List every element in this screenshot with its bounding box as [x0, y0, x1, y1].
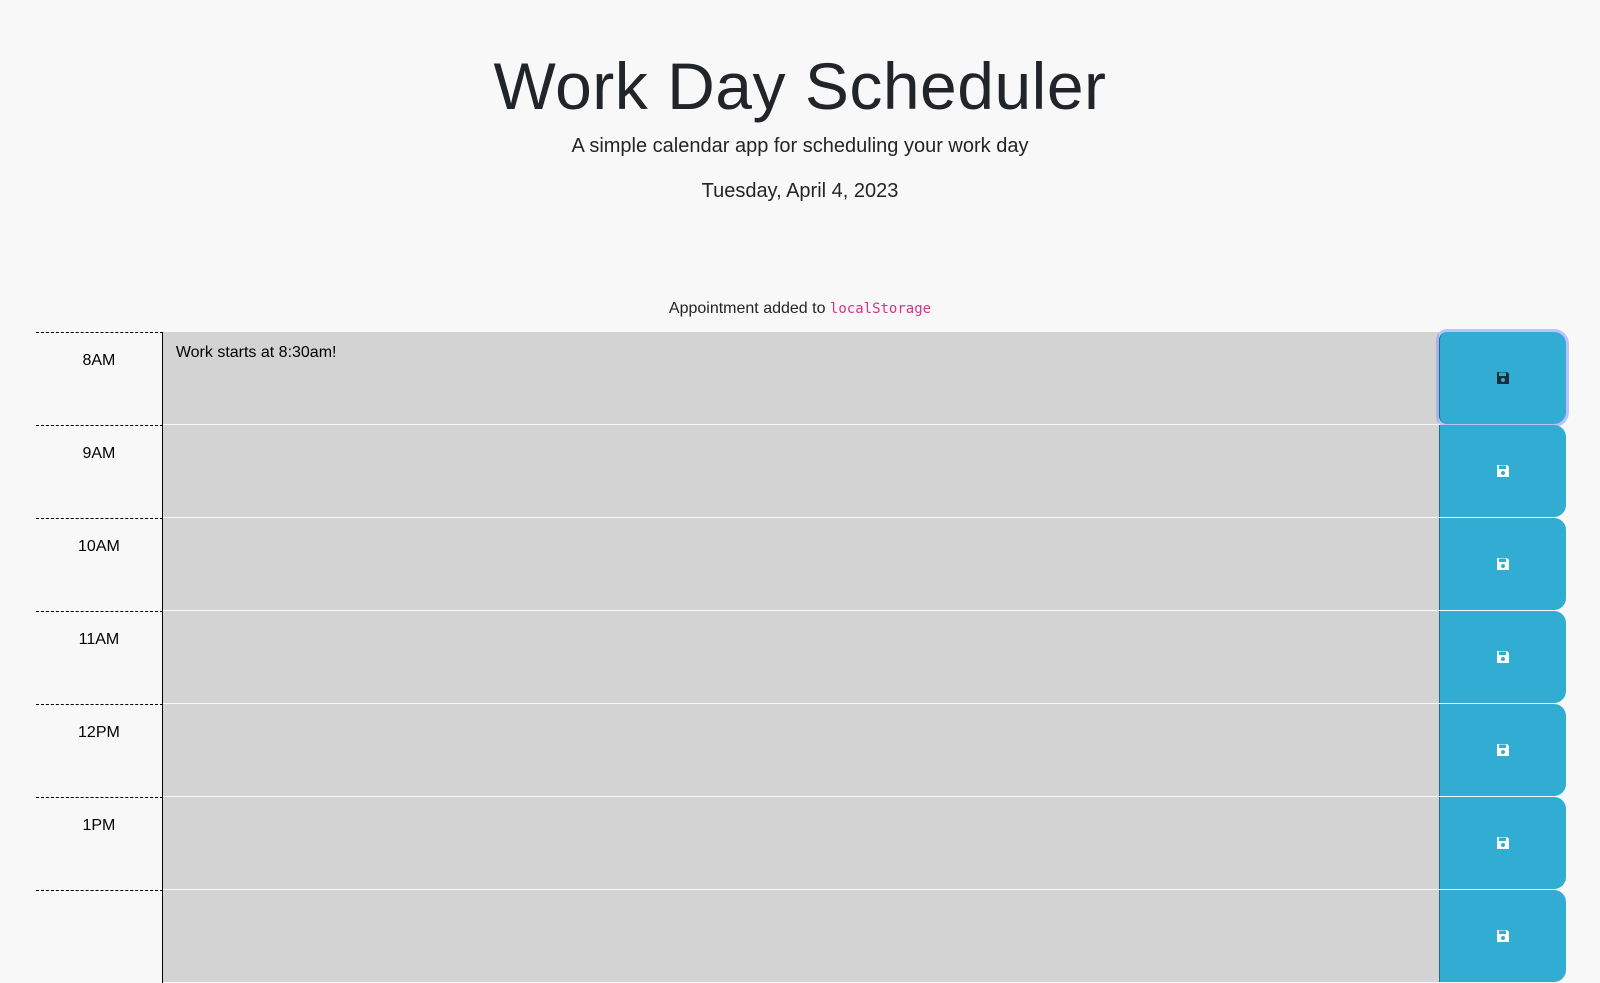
save-notice-code: localStorage	[829, 301, 932, 317]
hour-label: 8AM	[36, 332, 163, 425]
floppy-disk-icon	[1497, 372, 1510, 384]
save-button[interactable]	[1439, 425, 1566, 517]
floppy-disk-icon	[1497, 465, 1510, 477]
hour-label: 11AM	[36, 611, 163, 704]
time-block: 1PM	[36, 797, 1566, 890]
save-button[interactable]	[1439, 611, 1566, 703]
description-input[interactable]	[162, 890, 1440, 983]
time-block: 9AM	[36, 425, 1566, 518]
hour-label: 1PM	[36, 797, 163, 890]
description-input[interactable]	[162, 704, 1440, 797]
time-block: 8AM Work starts at 8:30am!	[36, 332, 1566, 425]
save-notice: Appointment added to localStorage	[0, 300, 1600, 318]
description-input[interactable]	[162, 611, 1440, 704]
floppy-disk-icon	[1497, 744, 1510, 756]
save-button[interactable]	[1439, 890, 1566, 982]
hour-label	[36, 890, 163, 983]
description-input[interactable]	[162, 425, 1440, 518]
floppy-disk-icon	[1497, 837, 1510, 849]
floppy-disk-icon	[1497, 558, 1510, 570]
save-button[interactable]	[1439, 704, 1566, 796]
description-input[interactable]: Work starts at 8:30am!	[162, 332, 1440, 425]
page-title: Work Day Scheduler	[493, 49, 1107, 123]
description-input[interactable]	[162, 518, 1440, 611]
time-block: 10AM	[36, 518, 1566, 611]
time-block	[36, 890, 1566, 983]
save-button[interactable]	[1439, 518, 1566, 610]
time-block: 11AM	[36, 611, 1566, 704]
hour-label: 12PM	[36, 704, 163, 797]
save-button[interactable]	[1439, 797, 1566, 889]
hour-label: 10AM	[36, 518, 163, 611]
save-notice-text: Appointment added to	[668, 300, 830, 317]
floppy-disk-icon	[1497, 651, 1510, 663]
floppy-disk-icon	[1497, 930, 1510, 942]
current-day: Tuesday, April 4, 2023	[701, 180, 899, 202]
save-button[interactable]	[1439, 332, 1566, 424]
description-input[interactable]	[162, 797, 1440, 890]
time-block-list: 8AM Work starts at 8:30am! 9AM 10AM 11AM…	[36, 332, 1566, 983]
page-subtitle: A simple calendar app for scheduling you…	[571, 135, 1029, 157]
hour-label: 9AM	[36, 425, 163, 518]
time-block: 12PM	[36, 704, 1566, 797]
